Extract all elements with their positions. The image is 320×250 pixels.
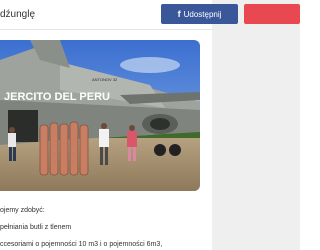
share-button-label: Udostępnij — [183, 9, 222, 19]
facebook-icon: f — [177, 9, 181, 19]
secondary-share-button[interactable] — [244, 4, 300, 24]
share-button[interactable]: f Udostępnij — [161, 4, 238, 24]
sidebar — [212, 0, 300, 250]
article-text-line: ccesoriami o pojemności 10 m3 i o pojemn… — [0, 241, 163, 248]
article-text-line: ojemy zdobyć: — [0, 207, 45, 214]
main-content: dźunglę JERCITO DEL PERU ANTONOV 32 ojem… — [0, 0, 212, 250]
plane-small-lettering: ANTONOV 32 — [92, 77, 118, 82]
page-title: dźunglę — [0, 9, 36, 20]
article-photo: JERCITO DEL PERU ANTONOV 32 — [0, 40, 200, 191]
header-divider — [0, 29, 212, 30]
plane-lettering: JERCITO DEL PERU — [4, 91, 110, 103]
article-text-line: pełniania butli z tlenem — [0, 224, 72, 231]
